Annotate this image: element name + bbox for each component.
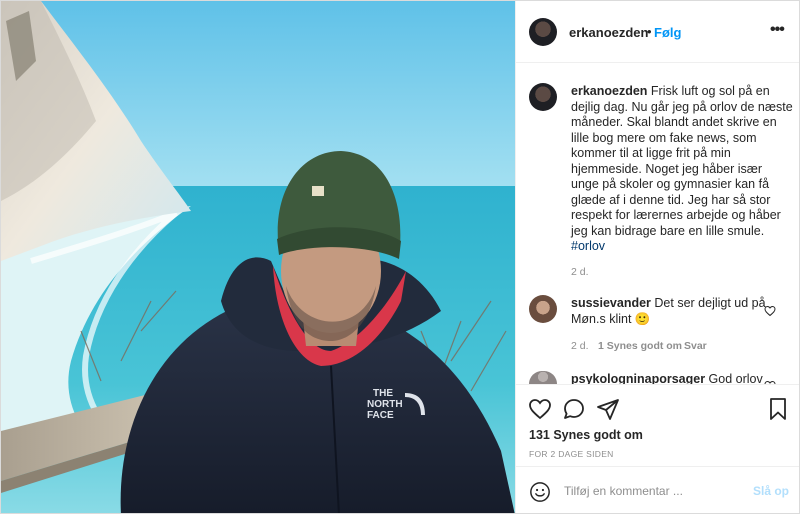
caption-age: 2 d. [571, 266, 589, 278]
post-comment-button[interactable]: Slå op [753, 484, 789, 498]
heart-icon[interactable] [528, 397, 552, 421]
author-avatar[interactable] [529, 18, 557, 46]
share-icon[interactable] [596, 397, 620, 421]
comment-like-heart-icon[interactable] [764, 305, 776, 317]
comment-text: God orlov [708, 372, 763, 384]
comment-item: sussievander Det ser dejligt ud på Møn.s… [571, 296, 771, 327]
likes-count[interactable]: 131 Synes godt om [529, 428, 643, 442]
author-username[interactable]: erkanoezden [569, 25, 648, 40]
post-modal: THE NORTH FACE erkanoezden • Følg ••• er… [0, 0, 800, 514]
hashtag-link[interactable]: #orlov [571, 239, 605, 253]
svg-text:THE: THE [373, 388, 393, 399]
post-side-panel: erkanoezden • Følg ••• erkanoezden Frisk… [515, 1, 799, 513]
svg-text:FACE: FACE [367, 410, 394, 421]
comment-likes[interactable]: 1 Synes godt om [598, 340, 682, 352]
svg-text:NORTH: NORTH [367, 399, 403, 410]
comment-icon[interactable] [562, 397, 586, 421]
bookmark-icon[interactable] [766, 397, 790, 421]
comment-input[interactable] [564, 480, 744, 502]
more-icon[interactable]: ••• [770, 21, 785, 39]
follow-button[interactable]: Følg [654, 25, 681, 40]
reply-button[interactable]: Svar [684, 340, 707, 352]
comments-scroll-area[interactable]: erkanoezden Frisk luft og sol på en dejl… [516, 64, 799, 384]
post-header: erkanoezden • Følg ••• [516, 1, 799, 63]
action-bar: 131 Synes godt om FOR 2 DAGE SIDEN [516, 384, 799, 466]
commenter-avatar[interactable] [529, 295, 557, 323]
comment-username[interactable]: psykologninaporsager [571, 372, 705, 384]
comment-item: psykologninaporsager God orlov [571, 372, 771, 384]
emoji-icon[interactable] [529, 481, 551, 503]
post-caption: erkanoezden Frisk luft og sol på en dejl… [571, 84, 793, 255]
post-photo[interactable]: THE NORTH FACE [1, 1, 515, 513]
comment-username[interactable]: sussievander [571, 296, 651, 310]
caption-username[interactable]: erkanoezden [571, 84, 647, 98]
photo-illustration: THE NORTH FACE [1, 1, 515, 513]
caption-text: Frisk luft og sol på en dejlig dag. Nu g… [571, 84, 793, 238]
post-date: FOR 2 DAGE SIDEN [529, 449, 614, 459]
separator-dot: • [647, 24, 652, 39]
comment-age: 2 d. [571, 340, 589, 352]
smile-emoji-icon: 🙂 [634, 311, 651, 326]
add-comment-bar: Slå op [516, 466, 799, 513]
